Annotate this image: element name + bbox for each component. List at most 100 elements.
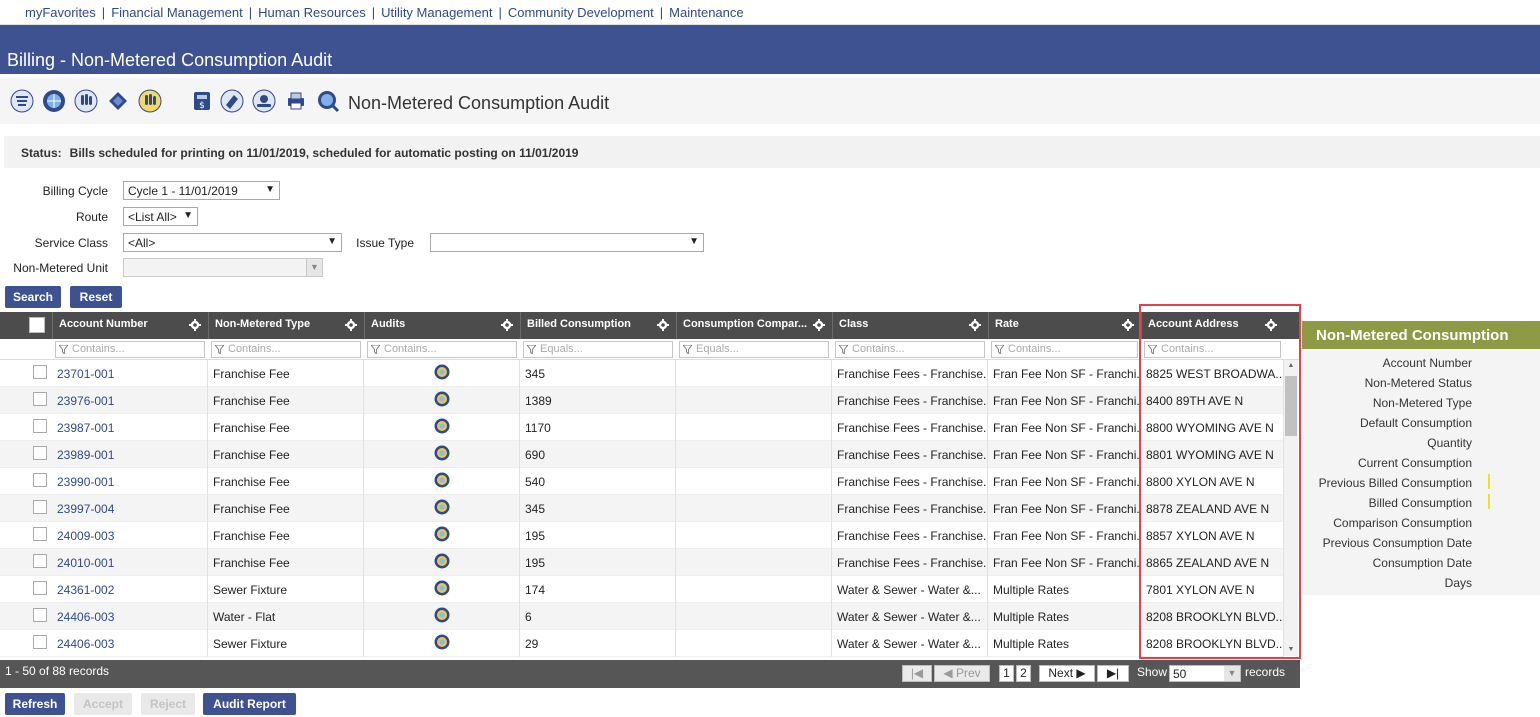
gear-icon[interactable] [813,319,825,331]
row-checkbox[interactable] [33,473,47,487]
map-icon[interactable] [106,89,130,113]
audit-cell[interactable] [364,414,520,441]
last-page-button[interactable]: ▶| [1097,665,1129,682]
cell-acct[interactable]: 23990-001 [52,468,208,495]
calculator-icon[interactable]: $ [190,89,214,113]
gear-icon[interactable] [345,319,357,331]
globe-icon[interactable] [42,89,66,113]
route-select[interactable]: <List All> ▼ [123,207,198,226]
row-checkbox[interactable] [33,365,47,379]
row-checkbox[interactable] [33,527,47,541]
audit-report-button[interactable]: Audit Report [203,693,296,715]
row-checkbox[interactable] [33,446,47,460]
audit-cell[interactable] [364,576,520,603]
nav-link-human-resources[interactable]: Human Resources [258,5,366,20]
row-checkbox[interactable] [33,554,47,568]
column-filter-input[interactable]: Contains... [55,341,205,358]
cell-acct[interactable]: 24406-003 [52,630,208,657]
table-row[interactable]: 23976-001 Franchise Fee 1389 Franchise Fees… [0,387,1284,414]
page-size-select[interactable]: 50 ▼ [1169,665,1241,682]
column-header[interactable]: Class [832,312,988,339]
refresh-button[interactable]: Refresh [5,693,65,715]
audit-cell[interactable] [364,387,520,414]
cell-acct[interactable]: 23976-001 [52,387,208,414]
audit-status-icon[interactable] [434,634,450,650]
column-header[interactable]: Non-Metered Type [208,312,364,339]
reject-button[interactable]: Reject [141,693,195,715]
billing-cycle-select[interactable]: Cycle 1 - 11/01/2019 ▼ [123,181,280,200]
page-1-button[interactable]: 1 [999,665,1014,682]
column-filter-input[interactable]: Contains... [835,341,985,358]
cell-acct[interactable]: 23989-001 [52,441,208,468]
audit-cell[interactable] [364,549,520,576]
first-page-button[interactable]: |◀ [902,665,932,682]
cell-acct[interactable]: 24009-003 [52,522,208,549]
audit-status-icon[interactable] [434,364,450,380]
audit-status-icon[interactable] [434,499,450,515]
audit-cell[interactable] [364,441,520,468]
audit-cell[interactable] [364,603,520,630]
audit-status-icon[interactable] [434,553,450,569]
column-filter-input[interactable]: Contains... [367,341,517,358]
service-class-select[interactable]: <All> ▼ [123,233,342,252]
cell-acct[interactable]: 23987-001 [52,414,208,441]
row-checkbox[interactable] [33,635,47,649]
hand-wave-icon[interactable] [138,89,162,113]
hand-coin-icon[interactable] [252,89,276,113]
nav-link-financial-management[interactable]: Financial Management [111,5,243,20]
audit-status-icon[interactable] [434,391,450,407]
list-icon[interactable] [10,89,34,113]
gear-icon[interactable] [501,319,513,331]
cell-acct[interactable]: 23997-004 [52,495,208,522]
column-filter-input[interactable]: Equals... [523,341,673,358]
nav-link-community-development[interactable]: Community Development [508,5,654,20]
stamp-icon[interactable] [220,89,244,113]
row-checkbox[interactable] [33,392,47,406]
gear-icon[interactable] [657,319,669,331]
non-metered-unit-select[interactable]: ▼ [123,258,323,277]
hand-icon[interactable] [74,89,98,113]
cell-acct[interactable]: 24010-001 [52,549,208,576]
nav-link-utility-management[interactable]: Utility Management [381,5,492,20]
column-header[interactable]: Account Number [52,312,208,339]
column-filter-input[interactable]: Contains... [991,341,1138,358]
audit-cell[interactable] [364,495,520,522]
table-row[interactable]: 23997-004 Franchise Fee 345 Franchise Fees … [0,495,1284,522]
table-row[interactable]: 23990-001 Franchise Fee 540 Franchise Fees … [0,468,1284,495]
next-page-button[interactable]: Next ▶ [1039,665,1095,682]
table-row[interactable]: 24010-001 Franchise Fee 195 Franchise Fees … [0,549,1284,576]
gear-icon[interactable] [969,319,981,331]
cell-acct[interactable]: 23701-001 [52,360,208,387]
audit-cell[interactable] [364,468,520,495]
column-filter-input[interactable]: Contains... [211,341,361,358]
audit-status-icon[interactable] [434,418,450,434]
column-header[interactable]: Rate [988,312,1141,339]
row-checkbox[interactable] [33,581,47,595]
column-filter-input[interactable]: Equals... [679,341,829,358]
gear-icon[interactable] [189,319,201,331]
nav-link-myfavorites[interactable]: myFavorites [25,5,96,20]
row-checkbox[interactable] [33,608,47,622]
page-2-button[interactable]: 2 [1016,665,1031,682]
accept-button[interactable]: Accept [74,693,132,715]
select-all-checkbox[interactable] [29,317,45,333]
table-row[interactable]: 24009-003 Franchise Fee 195 Franchise Fees … [0,522,1284,549]
issue-type-select[interactable]: ▼ [430,233,704,252]
table-row[interactable]: 24406-003 Sewer Fixture 29 Water & Sewer - … [0,630,1284,657]
audit-status-icon[interactable] [434,607,450,623]
audit-cell[interactable] [364,630,520,657]
printer-icon[interactable] [284,89,308,113]
table-row[interactable]: 24406-003 Water - Flat 6 Water & Sewer - Wa… [0,603,1284,630]
column-header[interactable]: Billed Consumption [520,312,676,339]
audit-status-icon[interactable] [434,526,450,542]
audit-status-icon[interactable] [434,445,450,461]
reset-button[interactable]: Reset [70,286,122,308]
gear-icon[interactable] [1122,319,1134,331]
column-header[interactable]: Consumption Compar... [676,312,832,339]
audit-status-icon[interactable] [434,472,450,488]
table-row[interactable]: 23987-001 Franchise Fee 1170 Franchise Fees… [0,414,1284,441]
nav-link-maintenance[interactable]: Maintenance [669,5,743,20]
table-row[interactable]: 23989-001 Franchise Fee 690 Franchise Fees … [0,441,1284,468]
search-button[interactable]: Search [5,286,61,308]
audit-status-icon[interactable] [434,580,450,596]
